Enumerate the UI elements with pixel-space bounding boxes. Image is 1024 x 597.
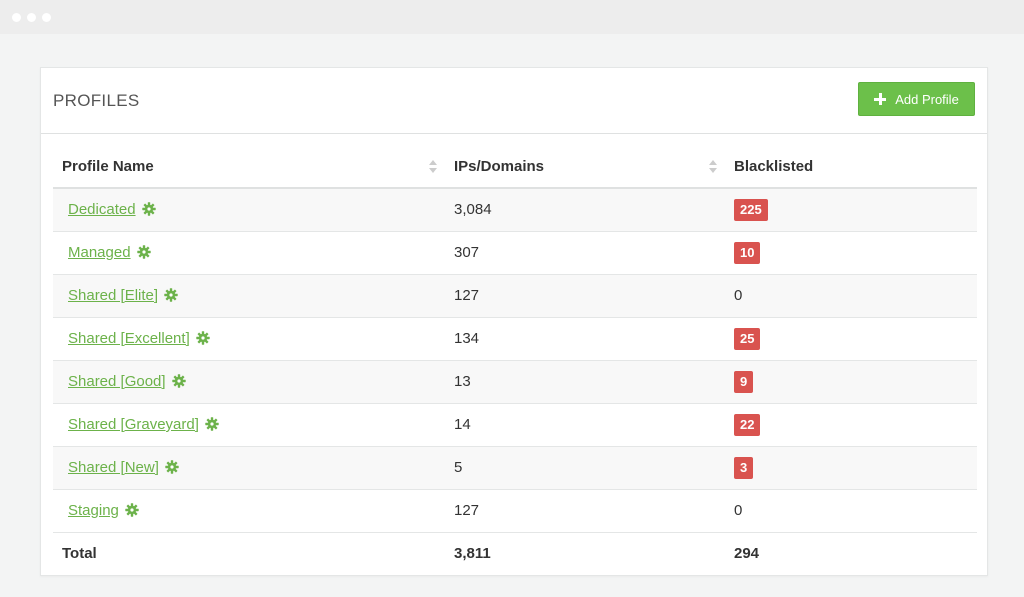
- blacklisted-cell: 25: [725, 317, 977, 361]
- ips-domains-cell: 127: [445, 274, 725, 318]
- column-header-label: IPs/Domains: [454, 157, 545, 175]
- gear-icon[interactable]: [171, 374, 186, 388]
- total-label: Total: [62, 545, 97, 563]
- ips-domains-cell: 134: [445, 317, 725, 361]
- window-dot: [12, 13, 21, 22]
- profile-name-cell: Staging: [53, 489, 445, 533]
- profile-link[interactable]: Shared [Excellent]: [68, 330, 190, 347]
- gear-icon[interactable]: [141, 202, 156, 216]
- profile-link[interactable]: Dedicated: [68, 201, 136, 218]
- add-profile-button[interactable]: Add Profile: [858, 82, 975, 116]
- blacklisted-badge: 22: [734, 413, 761, 436]
- blacklisted-cell: 9: [725, 360, 977, 404]
- column-header-blacklisted: Blacklisted: [725, 145, 977, 189]
- ips-domains-cell: 127: [445, 489, 725, 533]
- blacklisted-cell: 22: [725, 403, 977, 447]
- total-blacklisted: 294: [734, 545, 760, 563]
- table-row: Dedicated 3,084 225: [53, 188, 977, 232]
- profile-link[interactable]: Shared [Elite]: [68, 287, 158, 304]
- profile-name-cell: Shared [Graveyard]: [53, 403, 445, 447]
- window-dot: [27, 13, 36, 22]
- column-header-ips-domains[interactable]: IPs/Domains: [445, 145, 725, 189]
- ips-domains-cell: 307: [445, 231, 725, 275]
- profile-name-cell: Dedicated: [53, 188, 445, 232]
- profile-name-cell: Shared [Good]: [53, 360, 445, 404]
- gear-icon[interactable]: [164, 288, 178, 302]
- profile-name-cell: Managed: [53, 231, 445, 275]
- table-header-row: Profile Name IPs/Domains Blacklisted: [53, 145, 977, 189]
- column-header-label: Profile Name: [62, 157, 154, 175]
- profile-link[interactable]: Shared [Good]: [68, 373, 166, 390]
- window-dot: [42, 13, 51, 22]
- profile-link[interactable]: Shared [Graveyard]: [68, 416, 199, 433]
- gear-icon[interactable]: [136, 245, 151, 259]
- gear-icon[interactable]: [125, 503, 139, 517]
- table-row: Shared [Excellent] 134 25: [53, 317, 977, 361]
- gear-icon[interactable]: [205, 417, 219, 431]
- profile-name-cell: Shared [Elite]: [53, 274, 445, 318]
- blacklisted-cell: 225: [725, 188, 977, 232]
- profile-name-cell: Shared [Excellent]: [53, 317, 445, 361]
- table-row: Shared [Good] 13 9: [53, 360, 977, 404]
- blacklisted-badge: 10: [734, 241, 761, 264]
- blacklisted-cell: 10: [725, 231, 977, 275]
- blacklisted-badge: 25: [734, 327, 761, 350]
- blacklisted-badge: 3: [734, 456, 754, 479]
- blacklisted-badge: 9: [734, 370, 754, 393]
- gear-icon[interactable]: [165, 460, 179, 474]
- ips-domains-cell: 13: [445, 360, 725, 404]
- ips-domains-cell: 14: [445, 403, 725, 447]
- add-profile-label: Add Profile: [895, 91, 959, 107]
- total-ips: 3,811: [454, 545, 491, 563]
- ips-domains-cell: 5: [445, 446, 725, 490]
- profiles-table: Profile Name IPs/Domains Blacklisted Ded…: [53, 145, 977, 575]
- table-row: Shared [Graveyard] 14 22: [53, 403, 977, 447]
- profile-link[interactable]: Staging: [68, 502, 119, 519]
- profile-link[interactable]: Managed: [68, 244, 131, 261]
- profile-link[interactable]: Shared [New]: [68, 459, 159, 476]
- profiles-panel: PROFILES Add Profile Profile Name IPs/Do…: [40, 67, 988, 576]
- sort-icon[interactable]: [429, 159, 437, 175]
- total-row: Total 3,811 294: [53, 532, 977, 575]
- blacklisted-value: 0: [734, 502, 743, 519]
- column-header-profile-name[interactable]: Profile Name: [53, 145, 445, 189]
- table-row: Managed 307 10: [53, 231, 977, 275]
- panel-title: PROFILES: [53, 91, 140, 110]
- table-row: Shared [New] 5 3: [53, 446, 977, 490]
- blacklisted-cell: 3: [725, 446, 977, 490]
- table-row: Staging 127 0: [53, 489, 977, 533]
- sort-icon[interactable]: [709, 159, 717, 175]
- window-titlebar: [0, 0, 1024, 34]
- blacklisted-cell: 0: [725, 274, 977, 318]
- blacklisted-cell: 0: [725, 489, 977, 533]
- profile-name-cell: Shared [New]: [53, 446, 445, 490]
- panel-header: PROFILES Add Profile: [41, 68, 987, 134]
- table-row: Shared [Elite] 127 0: [53, 274, 977, 318]
- gear-icon[interactable]: [196, 331, 210, 345]
- blacklisted-badge: 225: [734, 198, 768, 221]
- plus-icon: [874, 93, 887, 105]
- blacklisted-value: 0: [734, 287, 743, 304]
- ips-domains-cell: 3,084: [445, 188, 725, 232]
- column-header-label: Blacklisted: [734, 157, 814, 175]
